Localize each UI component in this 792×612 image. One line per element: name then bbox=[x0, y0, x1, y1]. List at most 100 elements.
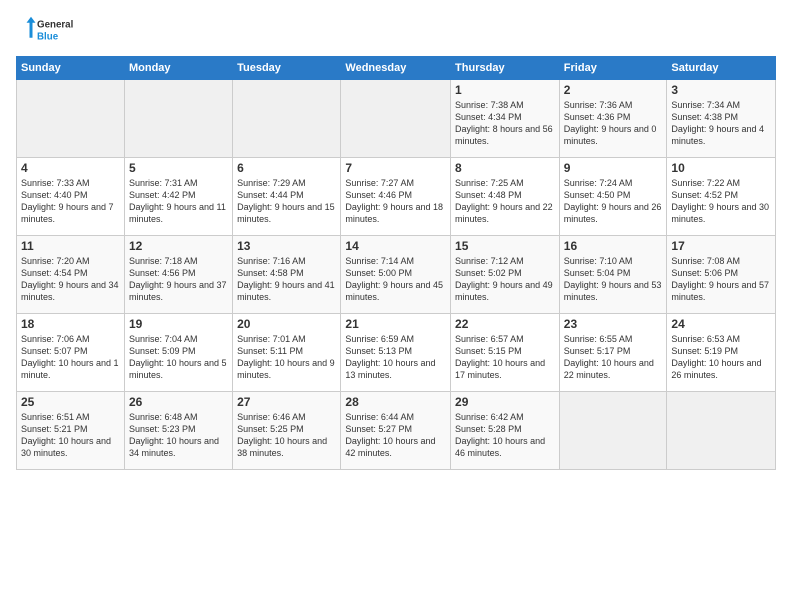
calendar-cell bbox=[233, 80, 341, 158]
day-number: 28 bbox=[345, 395, 446, 409]
day-number: 27 bbox=[237, 395, 336, 409]
day-number: 21 bbox=[345, 317, 446, 331]
day-detail: Sunrise: 7:33 AM Sunset: 4:40 PM Dayligh… bbox=[21, 177, 120, 226]
day-detail: Sunrise: 6:46 AM Sunset: 5:25 PM Dayligh… bbox=[237, 411, 336, 460]
day-detail: Sunrise: 7:01 AM Sunset: 5:11 PM Dayligh… bbox=[237, 333, 336, 382]
calendar-cell: 17 Sunrise: 7:08 AM Sunset: 5:06 PM Dayli… bbox=[667, 236, 776, 314]
day-detail: Sunrise: 7:31 AM Sunset: 4:42 PM Dayligh… bbox=[129, 177, 228, 226]
svg-text:General: General bbox=[37, 19, 74, 30]
calendar-cell: 1 Sunrise: 7:38 AM Sunset: 4:34 PM Daylig… bbox=[451, 80, 560, 158]
day-detail: Sunrise: 7:10 AM Sunset: 5:04 PM Dayligh… bbox=[564, 255, 663, 304]
day-detail: Sunrise: 6:51 AM Sunset: 5:21 PM Dayligh… bbox=[21, 411, 120, 460]
day-detail: Sunrise: 7:36 AM Sunset: 4:36 PM Dayligh… bbox=[564, 99, 663, 148]
day-number: 22 bbox=[455, 317, 555, 331]
day-detail: Sunrise: 7:14 AM Sunset: 5:00 PM Dayligh… bbox=[345, 255, 446, 304]
calendar-cell: 7Sunrise: 7:27 AM Sunset: 4:46 PM Daylig… bbox=[341, 158, 451, 236]
day-detail: Sunrise: 7:18 AM Sunset: 4:56 PM Dayligh… bbox=[129, 255, 228, 304]
day-detail: Sunrise: 7:16 AM Sunset: 4:58 PM Dayligh… bbox=[237, 255, 336, 304]
calendar-day-header: Thursday bbox=[451, 57, 560, 80]
calendar-cell: 25 Sunrise: 6:51 AM Sunset: 5:21 PM Dayli… bbox=[17, 392, 125, 470]
day-detail: Sunrise: 6:42 AM Sunset: 5:28 PM Dayligh… bbox=[455, 411, 555, 460]
day-number: 26 bbox=[129, 395, 228, 409]
calendar-header-row: SundayMondayTuesdayWednesdayThursdayFrid… bbox=[17, 57, 776, 80]
calendar-cell: 3 Sunrise: 7:34 AM Sunset: 4:38 PM Daylig… bbox=[667, 80, 776, 158]
day-detail: Sunrise: 6:48 AM Sunset: 5:23 PM Dayligh… bbox=[129, 411, 228, 460]
calendar-cell bbox=[667, 392, 776, 470]
calendar-week-row: 1 Sunrise: 7:38 AM Sunset: 4:34 PM Daylig… bbox=[17, 80, 776, 158]
day-detail: Sunrise: 7:20 AM Sunset: 4:54 PM Dayligh… bbox=[21, 255, 120, 304]
calendar-cell: 19 Sunrise: 7:04 AM Sunset: 5:09 PM Dayli… bbox=[124, 314, 232, 392]
day-number: 25 bbox=[21, 395, 120, 409]
day-number: 2 bbox=[564, 83, 663, 97]
calendar-cell: 29 Sunrise: 6:42 AM Sunset: 5:28 PM Dayli… bbox=[451, 392, 560, 470]
calendar-day-header: Friday bbox=[559, 57, 667, 80]
day-detail: Sunrise: 6:59 AM Sunset: 5:13 PM Dayligh… bbox=[345, 333, 446, 382]
calendar-cell: 8 Sunrise: 7:25 AM Sunset: 4:48 PM Daylig… bbox=[451, 158, 560, 236]
calendar-cell: 10 Sunrise: 7:22 AM Sunset: 4:52 PM Dayli… bbox=[667, 158, 776, 236]
calendar-cell: 6 Sunrise: 7:29 AM Sunset: 4:44 PM Daylig… bbox=[233, 158, 341, 236]
calendar-week-row: 25 Sunrise: 6:51 AM Sunset: 5:21 PM Dayli… bbox=[17, 392, 776, 470]
day-detail: Sunrise: 7:12 AM Sunset: 5:02 PM Dayligh… bbox=[455, 255, 555, 304]
day-number: 20 bbox=[237, 317, 336, 331]
day-number: 10 bbox=[671, 161, 771, 175]
calendar-cell: 12 Sunrise: 7:18 AM Sunset: 4:56 PM Dayli… bbox=[124, 236, 232, 314]
calendar-cell: 16 Sunrise: 7:10 AM Sunset: 5:04 PM Dayli… bbox=[559, 236, 667, 314]
day-detail: Sunrise: 7:34 AM Sunset: 4:38 PM Dayligh… bbox=[671, 99, 771, 148]
day-number: 12 bbox=[129, 239, 228, 253]
calendar-cell bbox=[124, 80, 232, 158]
day-number: 16 bbox=[564, 239, 663, 253]
day-number: 7 bbox=[345, 161, 446, 175]
calendar-cell: 11 Sunrise: 7:20 AM Sunset: 4:54 PM Dayli… bbox=[17, 236, 125, 314]
calendar-cell: 23 Sunrise: 6:55 AM Sunset: 5:17 PM Dayli… bbox=[559, 314, 667, 392]
day-number: 13 bbox=[237, 239, 336, 253]
day-detail: Sunrise: 7:22 AM Sunset: 4:52 PM Dayligh… bbox=[671, 177, 771, 226]
day-number: 3 bbox=[671, 83, 771, 97]
calendar-week-row: 4 Sunrise: 7:33 AM Sunset: 4:40 PM Daylig… bbox=[17, 158, 776, 236]
calendar-cell: 4 Sunrise: 7:33 AM Sunset: 4:40 PM Daylig… bbox=[17, 158, 125, 236]
calendar-cell: 21 Sunrise: 6:59 AM Sunset: 5:13 PM Dayli… bbox=[341, 314, 451, 392]
calendar-cell: 26 Sunrise: 6:48 AM Sunset: 5:23 PM Dayli… bbox=[124, 392, 232, 470]
calendar-cell: 20 Sunrise: 7:01 AM Sunset: 5:11 PM Dayli… bbox=[233, 314, 341, 392]
calendar-body: 1 Sunrise: 7:38 AM Sunset: 4:34 PM Daylig… bbox=[17, 80, 776, 470]
day-detail: Sunrise: 6:44 AM Sunset: 5:27 PM Dayligh… bbox=[345, 411, 446, 460]
calendar-cell: 15 Sunrise: 7:12 AM Sunset: 5:02 PM Dayli… bbox=[451, 236, 560, 314]
calendar-day-header: Saturday bbox=[667, 57, 776, 80]
day-number: 6 bbox=[237, 161, 336, 175]
day-detail: Sunrise: 7:08 AM Sunset: 5:06 PM Dayligh… bbox=[671, 255, 771, 304]
day-number: 1 bbox=[455, 83, 555, 97]
logo-svg: General Blue bbox=[16, 12, 76, 50]
day-number: 19 bbox=[129, 317, 228, 331]
day-detail: Sunrise: 7:06 AM Sunset: 5:07 PM Dayligh… bbox=[21, 333, 120, 382]
day-number: 15 bbox=[455, 239, 555, 253]
calendar-cell: 14Sunrise: 7:14 AM Sunset: 5:00 PM Dayli… bbox=[341, 236, 451, 314]
header-area: General Blue bbox=[16, 12, 776, 50]
calendar-cell: 24Sunrise: 6:53 AM Sunset: 5:19 PM Dayli… bbox=[667, 314, 776, 392]
day-detail: Sunrise: 7:38 AM Sunset: 4:34 PM Dayligh… bbox=[455, 99, 555, 148]
calendar-day-header: Monday bbox=[124, 57, 232, 80]
day-number: 17 bbox=[671, 239, 771, 253]
day-detail: Sunrise: 6:55 AM Sunset: 5:17 PM Dayligh… bbox=[564, 333, 663, 382]
calendar-week-row: 11 Sunrise: 7:20 AM Sunset: 4:54 PM Dayli… bbox=[17, 236, 776, 314]
day-detail: Sunrise: 7:29 AM Sunset: 4:44 PM Dayligh… bbox=[237, 177, 336, 226]
day-number: 5 bbox=[129, 161, 228, 175]
svg-text:Blue: Blue bbox=[37, 31, 59, 42]
day-number: 8 bbox=[455, 161, 555, 175]
calendar-cell: 27 Sunrise: 6:46 AM Sunset: 5:25 PM Dayli… bbox=[233, 392, 341, 470]
calendar-cell: 13 Sunrise: 7:16 AM Sunset: 4:58 PM Dayli… bbox=[233, 236, 341, 314]
calendar-table: SundayMondayTuesdayWednesdayThursdayFrid… bbox=[16, 56, 776, 470]
calendar-cell bbox=[341, 80, 451, 158]
day-detail: Sunrise: 6:53 AM Sunset: 5:19 PM Dayligh… bbox=[671, 333, 771, 382]
calendar-cell: 18Sunrise: 7:06 AM Sunset: 5:07 PM Dayli… bbox=[17, 314, 125, 392]
day-number: 4 bbox=[21, 161, 120, 175]
day-number: 29 bbox=[455, 395, 555, 409]
day-detail: Sunrise: 7:25 AM Sunset: 4:48 PM Dayligh… bbox=[455, 177, 555, 226]
day-detail: Sunrise: 6:57 AM Sunset: 5:15 PM Dayligh… bbox=[455, 333, 555, 382]
calendar-week-row: 18Sunrise: 7:06 AM Sunset: 5:07 PM Dayli… bbox=[17, 314, 776, 392]
calendar-cell: 5 Sunrise: 7:31 AM Sunset: 4:42 PM Daylig… bbox=[124, 158, 232, 236]
day-detail: Sunrise: 7:04 AM Sunset: 5:09 PM Dayligh… bbox=[129, 333, 228, 382]
day-number: 11 bbox=[21, 239, 120, 253]
page: General Blue SundayMondayTuesdayWednesda… bbox=[0, 0, 792, 478]
day-number: 9 bbox=[564, 161, 663, 175]
calendar-cell: 2 Sunrise: 7:36 AM Sunset: 4:36 PM Daylig… bbox=[559, 80, 667, 158]
day-number: 23 bbox=[564, 317, 663, 331]
